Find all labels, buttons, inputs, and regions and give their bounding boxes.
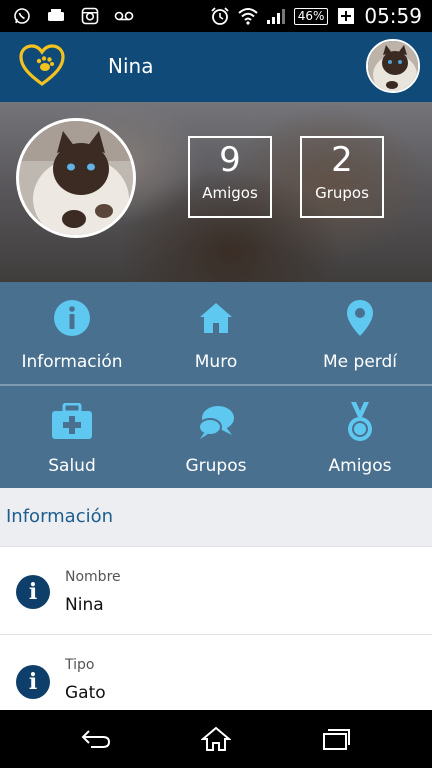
menu-item-label: Muro (194, 352, 238, 372)
friends-label: Amigos (202, 184, 258, 202)
info-icon (50, 296, 94, 340)
groups-count-box[interactable]: 2 Grupos (300, 136, 384, 218)
home-nav-icon[interactable] (200, 726, 232, 752)
alarm-icon (210, 6, 230, 26)
wifi-icon (238, 6, 258, 26)
system-nav-bar (0, 710, 432, 768)
friends-count: 9 (219, 140, 241, 180)
menu-item-label: Me perdí (323, 352, 397, 372)
menu-item-muro[interactable]: Muro (144, 282, 288, 384)
first-aid-kit-icon (50, 400, 94, 444)
info-card-tipo[interactable]: i Tipo Gato (0, 634, 432, 722)
groups-label: Grupos (315, 184, 369, 202)
profile-header: 9 Amigos 2 Grupos (0, 102, 432, 282)
menu-item-label: Información (21, 352, 123, 372)
app-bar: Nina (0, 32, 432, 102)
info-icon: i (16, 665, 50, 699)
chat-bubbles-icon (194, 400, 238, 444)
section-title: Información (6, 506, 114, 527)
charging-plus-icon (336, 6, 356, 26)
back-icon[interactable] (80, 726, 112, 752)
user-avatar[interactable] (366, 39, 420, 93)
instagram-icon (80, 6, 100, 26)
clock: 05:59 (364, 4, 422, 28)
home-icon (194, 296, 238, 340)
field-label: Tipo (65, 657, 95, 673)
menu-item-label: Salud (48, 456, 96, 476)
info-card-nombre[interactable]: i Nombre Nina (0, 546, 432, 634)
profile-menu: Información Muro Me perdí Salud Grupos A… (0, 282, 432, 488)
paw-heart-logo-icon[interactable] (18, 42, 66, 90)
menu-item-grupos[interactable]: Grupos (144, 386, 288, 488)
battery-indicator: 46% (293, 7, 329, 25)
signal-icon (266, 6, 286, 26)
menu-item-salud[interactable]: Salud (0, 386, 144, 488)
page-title: Nina (108, 54, 154, 78)
whatsapp-icon (12, 6, 32, 26)
field-value: Gato (65, 683, 106, 703)
groups-count: 2 (331, 140, 353, 180)
section-header: Información (0, 488, 432, 546)
voicemail-icon (114, 6, 134, 26)
menu-item-amigos[interactable]: Amigos (288, 386, 432, 488)
menu-item-label: Amigos (328, 456, 392, 476)
pet-profile-photo[interactable] (16, 118, 136, 238)
field-label: Nombre (65, 569, 121, 585)
location-pin-icon (338, 296, 382, 340)
medal-icon (338, 400, 382, 444)
recents-icon[interactable] (320, 726, 352, 752)
menu-item-me-perdi[interactable]: Me perdí (288, 282, 432, 384)
menu-item-label: Grupos (185, 456, 247, 476)
info-icon: i (16, 575, 50, 609)
notification-icon (46, 6, 66, 26)
menu-item-informacion[interactable]: Información (0, 282, 144, 384)
field-value: Nina (65, 595, 104, 615)
status-bar: 46% 05:59 (0, 0, 432, 32)
friends-count-box[interactable]: 9 Amigos (188, 136, 272, 218)
